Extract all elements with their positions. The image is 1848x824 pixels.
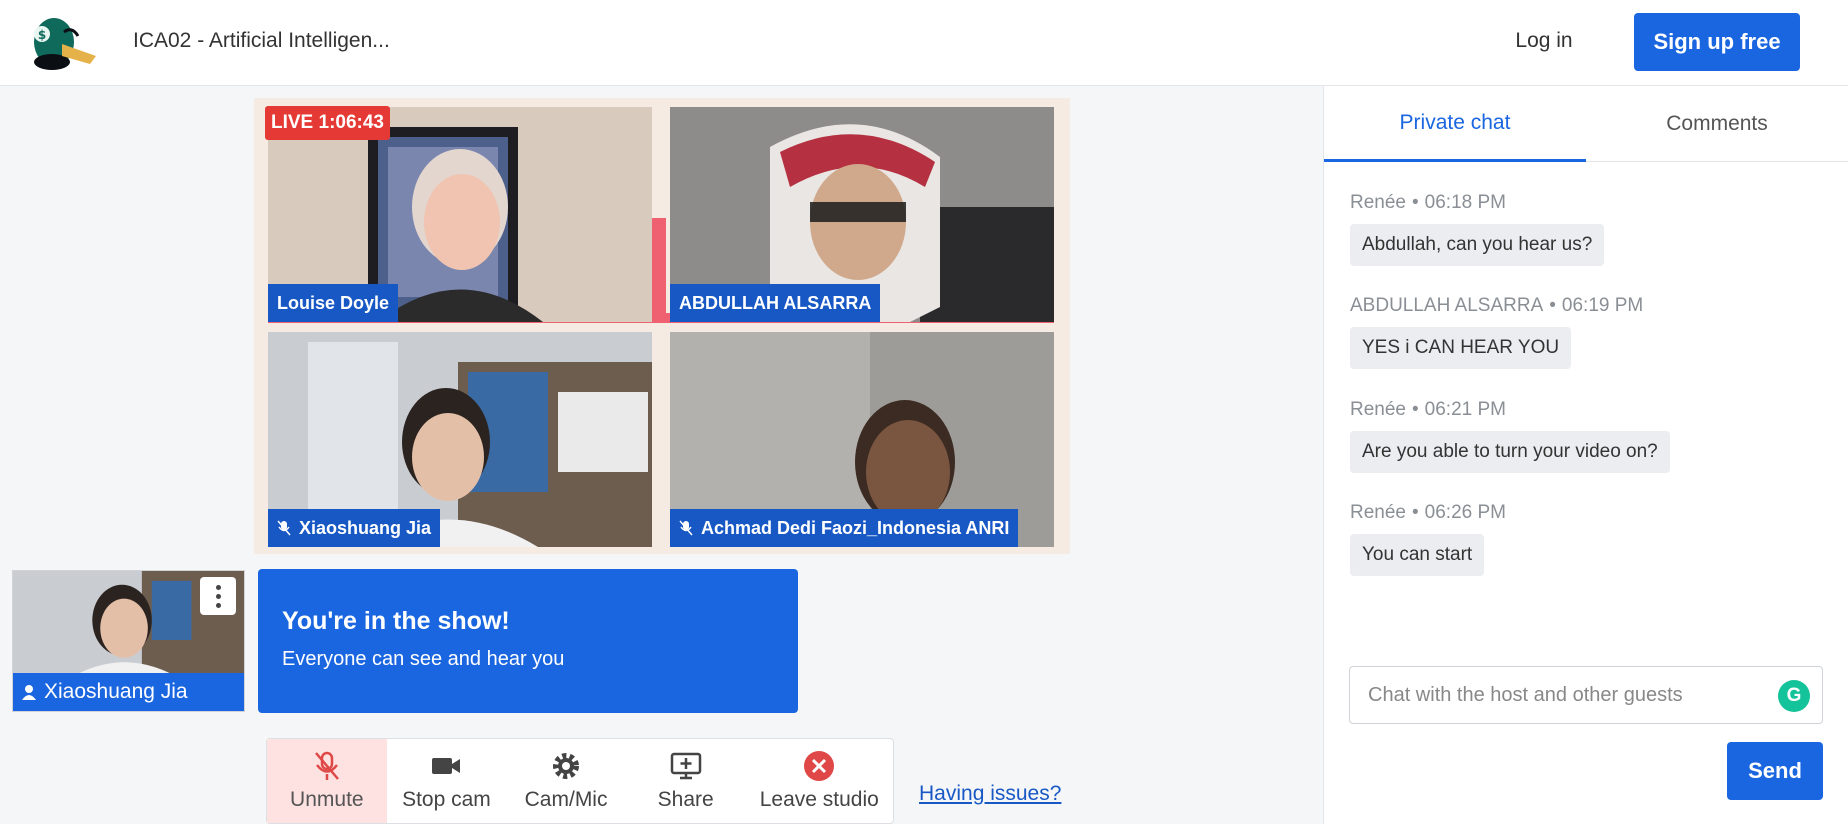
live-timer-badge: LIVE 1:06:43 — [265, 106, 390, 140]
message-time: 06:21 PM — [1424, 399, 1506, 420]
banner-subtitle: Everyone can see and hear you — [282, 648, 565, 670]
chat-message: Renée • 06:26 PM You can start — [1350, 502, 1506, 576]
svg-text:$: $ — [38, 28, 46, 42]
chat-message: Renée • 06:18 PM Abdullah, can you hear us… — [1350, 192, 1605, 266]
page-title: ICA02 - Artificial Intelligen... — [133, 29, 390, 52]
leave-label: Leave studio — [759, 788, 879, 811]
message-text: Are you able to turn your video on? — [1350, 431, 1670, 473]
chat-message: Renée • 06:21 PM Are you able to turn your… — [1350, 399, 1670, 473]
having-issues-link[interactable]: Having issues? — [919, 782, 1061, 806]
signup-button[interactable]: Sign up free — [1634, 13, 1800, 71]
in-show-banner: You're in the show! Everyone can see and… — [258, 569, 798, 713]
message-meta: Renée • 06:21 PM — [1350, 399, 1506, 420]
participant-name: Achmad Dedi Faozi_Indonesia ANRI — [701, 517, 1010, 538]
unmute-label: Unmute — [290, 788, 364, 811]
chat-panel: Private chat Comments Renée • 06:18 PM Abd… — [1323, 86, 1848, 824]
chat-input[interactable]: Chat with the host and other guests G — [1349, 666, 1823, 724]
camera-icon — [432, 758, 461, 774]
gear-icon — [553, 753, 580, 779]
top-bar: $ ICA02 - Artificial Intelligen... Log i… — [0, 0, 1848, 86]
share-label: Share — [657, 788, 714, 811]
tab-private-chat[interactable]: Private chat — [1324, 86, 1586, 162]
send-button[interactable]: Send — [1727, 742, 1823, 800]
login-button[interactable]: Log in — [1490, 29, 1598, 53]
cam-mic-label: Cam/Mic — [524, 788, 608, 811]
mic-off-icon — [679, 520, 693, 536]
message-author: ABDULLAH ALSARRA — [1350, 295, 1544, 316]
participant-nametag: ABDULLAH ALSARRA — [670, 284, 881, 322]
video-tile-abdullah-alsarra[interactable]: ABDULLAH ALSARRA — [670, 107, 1054, 322]
participant-name: Xiaoshuang Jia — [299, 517, 432, 538]
grammarly-icon[interactable]: G — [1778, 680, 1810, 712]
mic-off-icon — [314, 751, 339, 780]
stage-grid: Louise Doyle ABDULLAH ALSARRA Xiaoshuang… — [254, 98, 1070, 554]
message-time: 06:19 PM — [1561, 295, 1644, 316]
message-time: 06:26 PM — [1424, 502, 1506, 523]
more-options-button[interactable] — [200, 577, 236, 615]
banner-title: You're in the show! — [282, 607, 510, 635]
chat-message: ABDULLAH ALSARRA • 06:19 PM YES i CAN HEAR… — [1350, 295, 1643, 369]
participant-nametag: Xiaoshuang Jia — [268, 509, 441, 547]
message-author: Renée — [1350, 502, 1406, 523]
participant-name: ABDULLAH ALSARRA — [679, 292, 872, 313]
cam-mic-settings-button[interactable]: Cam/Mic — [506, 739, 626, 823]
tab-comments[interactable]: Comments — [1586, 86, 1848, 162]
person-icon — [22, 685, 36, 700]
message-meta: Renée • 06:18 PM — [1350, 192, 1506, 213]
message-text: Abdullah, can you hear us? — [1350, 224, 1605, 266]
video-tile-xiaoshuang-jia[interactable]: Xiaoshuang Jia — [268, 332, 652, 547]
leave-studio-button[interactable]: Leave studio — [746, 739, 894, 823]
message-time: 06:18 PM — [1424, 192, 1506, 213]
message-author: Renée — [1350, 192, 1406, 213]
mic-off-icon — [277, 520, 291, 536]
message-text: YES i CAN HEAR YOU — [1350, 327, 1572, 369]
participant-nametag: Louise Doyle — [268, 284, 399, 322]
self-name: Xiaoshuang Jia — [44, 680, 188, 703]
close-icon — [804, 751, 835, 781]
message-meta: ABDULLAH ALSARRA • 06:19 PM — [1350, 295, 1644, 316]
message-meta: Renée • 06:26 PM — [1350, 502, 1506, 523]
share-screen-button[interactable]: Share — [626, 739, 746, 823]
chat-tabs: Private chat Comments — [1324, 86, 1848, 162]
unmute-button[interactable]: Unmute — [267, 739, 387, 823]
share-screen-icon — [670, 752, 701, 780]
studio-controls: Unmute Stop cam Cam/Mic Share Leave stud… — [266, 738, 894, 824]
self-view-tile[interactable]: Xiaoshuang Jia — [12, 570, 245, 712]
stop-cam-label: Stop cam — [402, 788, 491, 811]
message-text: You can start — [1350, 534, 1485, 576]
stop-cam-button[interactable]: Stop cam — [387, 739, 507, 823]
participant-nametag: Achmad Dedi Faozi_Indonesia ANRI — [670, 509, 1019, 547]
video-tile-achmad-dedi-faozi[interactable]: Achmad Dedi Faozi_Indonesia ANRI — [670, 332, 1054, 547]
duck-logo-icon[interactable]: $ — [32, 14, 98, 70]
message-author: Renée — [1350, 399, 1406, 420]
self-nametag: Xiaoshuang Jia — [13, 673, 244, 711]
participant-name: Louise Doyle — [277, 292, 390, 313]
chat-input-placeholder: Chat with the host and other guests — [1368, 683, 1683, 706]
